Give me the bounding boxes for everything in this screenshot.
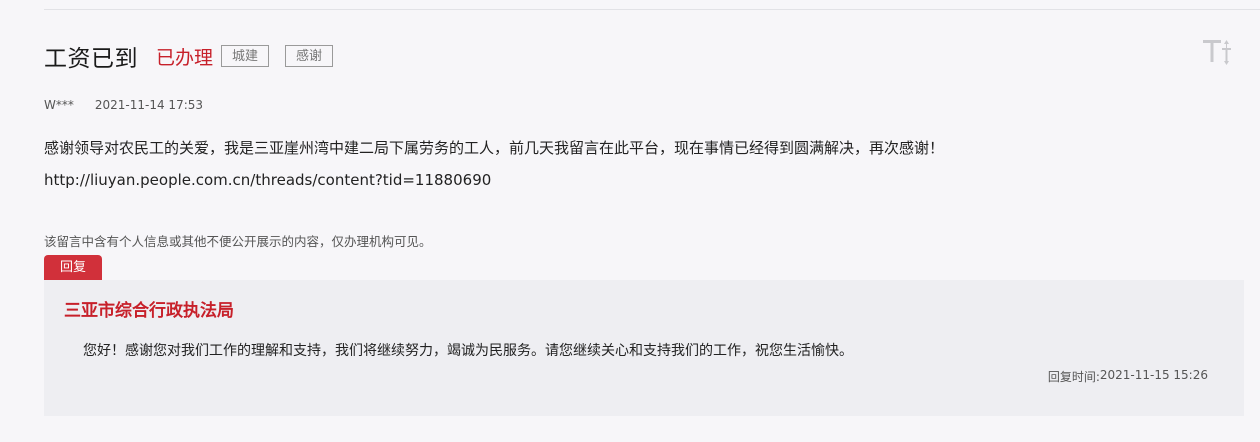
top-divider	[44, 9, 1260, 10]
reply-text: 您好！感谢您对我们工作的理解和支持，我们将继续努力，竭诚为民服务。请您继续关心和…	[83, 343, 853, 359]
post-content-link: http://liuyan.people.com.cn/threads/cont…	[44, 171, 492, 189]
post-content-text: 感谢领导对农民工的关爱，我是三亚崖州湾中建二局下属劳务的工人，前几天我留言在此平…	[44, 139, 945, 157]
status-label: 已办理	[156, 46, 214, 69]
reply-tab[interactable]: 回复	[44, 255, 102, 280]
tag-chengjian[interactable]: 城建	[221, 45, 270, 67]
post-title: 工资已到	[44, 46, 138, 72]
reply-time: 回复时间: 2021-11-15 15:26	[1048, 368, 1208, 385]
reply-organization: 三亚市综合行政执法局	[64, 301, 234, 321]
post-content: 感谢领导对农民工的关爱，我是三亚崖州湾中建二局下属劳务的工人，前几天我留言在此平…	[44, 138, 1224, 190]
post-date: 2021-11-14 17:53	[94, 98, 204, 112]
reply-time-label: 回复时间:	[1047, 370, 1100, 384]
post-meta: W*** 2021-11-14 17:53	[44, 98, 203, 112]
reply-box: 三亚市综合行政执法局 您好！感谢您对我们工作的理解和支持，我们将继续努力，竭诚为…	[44, 280, 1244, 416]
privacy-notice: 该留言中含有个人信息或其他不便公开展示的内容，仅办理机构可见。	[44, 234, 432, 249]
post-header: 工资已到 已办理 城建 感谢	[44, 40, 334, 72]
reply-time-value: 2021-11-15 15:26	[1099, 368, 1208, 382]
tag-ganxie[interactable]: 感谢	[285, 45, 334, 67]
font-size-icon[interactable]	[1200, 38, 1234, 66]
author-name: W***	[44, 98, 74, 112]
